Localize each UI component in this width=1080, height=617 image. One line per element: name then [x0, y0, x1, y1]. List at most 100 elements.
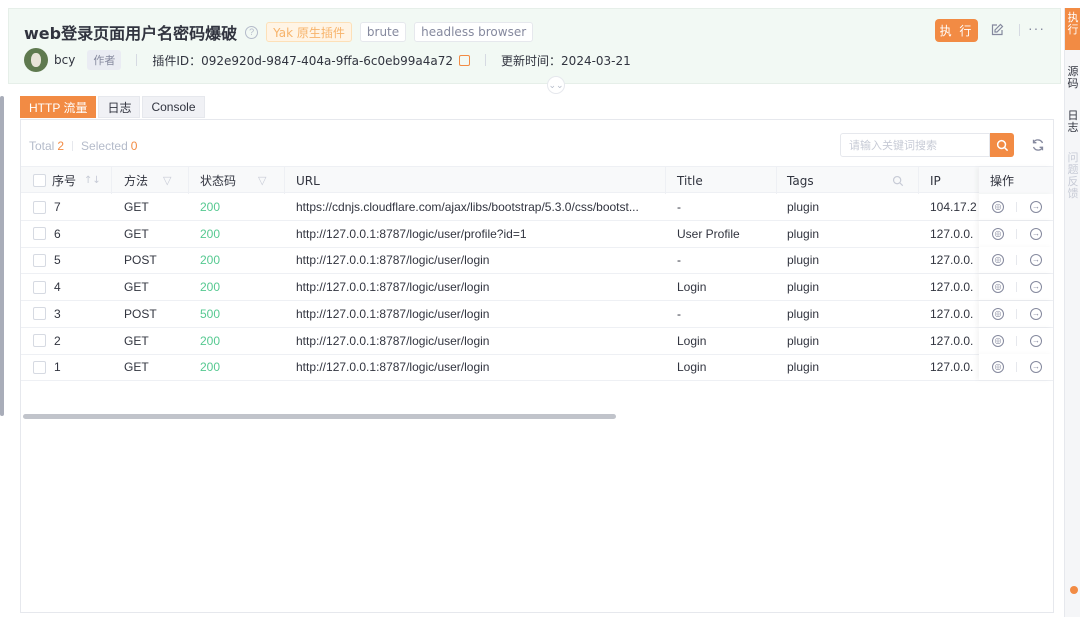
cell-title: - — [677, 200, 681, 214]
tab-http-traffic[interactable]: HTTP 流量 — [20, 96, 97, 118]
column-divider — [918, 167, 919, 194]
table-row[interactable]: 7 GET 200 https://cdnjs.cloudflare.com/ajax… — [21, 194, 1053, 221]
tag-headless-browser: headless browser — [414, 22, 534, 42]
updated-time: 更新时间：2024-03-21 — [501, 53, 631, 68]
row-actions: ◎ → — [979, 247, 1053, 274]
table-row[interactable]: 3 POST 500 http://127.0.0.1:8787/logic/user… — [21, 300, 1053, 328]
table-row[interactable]: 2 GET 200 http://127.0.0.1:8787/logic/user/… — [21, 327, 1053, 355]
arrow-right-circle-icon[interactable]: → — [1030, 361, 1042, 374]
divider — [1016, 362, 1017, 373]
cell-status: 500 — [200, 306, 221, 321]
table-row[interactable]: 6 GET 200 http://127.0.0.1:8787/logic/user/… — [21, 220, 1053, 248]
cell-status: 200 — [200, 226, 221, 241]
column-header-label: Title — [677, 173, 703, 188]
row-actions: ◎ → — [979, 220, 1053, 247]
column-header-ip[interactable]: IP — [930, 167, 941, 194]
double-chevron-down-icon[interactable]: ⌄⌄ — [547, 76, 565, 94]
row-checkbox[interactable] — [33, 227, 46, 241]
open-in-browser-icon[interactable]: ◎ — [992, 254, 1004, 267]
open-in-browser-icon[interactable]: ◎ — [992, 334, 1004, 347]
cell-title: - — [677, 253, 681, 268]
cell-status: 200 — [200, 280, 221, 295]
arrow-right-circle-icon[interactable]: → — [1030, 201, 1042, 213]
row-checkbox[interactable] — [33, 307, 46, 321]
cell-title: Login — [677, 360, 707, 375]
divider — [1019, 24, 1020, 36]
column-divider — [111, 167, 112, 194]
column-header-tags[interactable]: Tags — [787, 167, 814, 194]
column-header-url[interactable]: URL — [296, 167, 320, 194]
open-in-browser-icon[interactable]: ◎ — [992, 307, 1004, 320]
search-input[interactable]: 请输入关键词搜索 — [840, 133, 990, 157]
side-tab-source[interactable]: 源码 — [1065, 62, 1080, 94]
row-checkbox-cell — [33, 328, 46, 354]
row-actions: ◎ → — [979, 300, 1053, 327]
search-button[interactable] — [990, 133, 1014, 157]
row-checkbox-cell — [33, 247, 46, 273]
edit-icon[interactable] — [989, 22, 1005, 38]
side-tab-execute[interactable]: 执行 — [1065, 8, 1080, 50]
tab-log[interactable]: 日志 — [98, 96, 141, 118]
row-checkbox[interactable] — [33, 360, 46, 374]
cell-title: Login — [677, 333, 707, 348]
open-in-browser-icon[interactable]: ◎ — [992, 281, 1004, 294]
cell-tags: plugin — [787, 360, 820, 375]
column-header-label: IP — [930, 173, 941, 188]
cell-status: 200 — [200, 253, 221, 268]
row-checkbox[interactable] — [33, 253, 46, 267]
side-tabs: 执行 源码 日志 问题反馈 — [1064, 8, 1080, 617]
arrow-right-circle-icon[interactable]: → — [1030, 334, 1042, 347]
cell-id: 3 — [54, 306, 61, 321]
more-icon[interactable]: ··· — [1028, 20, 1045, 36]
search-icon[interactable] — [892, 167, 904, 194]
author-name: bcy — [54, 53, 76, 67]
column-header-method[interactable]: 方法 — [124, 167, 148, 194]
row-checkbox[interactable] — [33, 334, 46, 347]
column-header-id[interactable]: 序号 ↑↓ — [52, 167, 101, 194]
plugin-id: 插件ID：092e920d-9847-404a-9ffa-6c0eb99a4a7… — [152, 53, 454, 68]
tag-brute: brute — [359, 22, 407, 42]
copy-icon[interactable] — [459, 54, 471, 66]
cell-url: https://cdnjs.cloudflare.com/ajax/libs/b… — [296, 200, 639, 214]
table-row[interactable]: 4 GET 200 http://127.0.0.1:8787/logic/user/… — [21, 274, 1053, 302]
divider — [72, 141, 74, 151]
arrow-right-circle-icon[interactable]: → — [1030, 254, 1042, 267]
open-in-browser-icon[interactable]: ◎ — [992, 361, 1004, 374]
sort-icon[interactable]: ↑↓ — [84, 175, 101, 186]
arrow-right-circle-icon[interactable]: → — [1030, 307, 1042, 320]
table-row[interactable]: 5 POST 200 http://127.0.0.1:8787/logic/user… — [21, 247, 1053, 275]
cell-url: http://127.0.0.1:8787/logic/user/login — [296, 306, 490, 321]
arrow-right-circle-icon[interactable]: → — [1030, 227, 1042, 240]
row-checkbox-cell — [33, 354, 46, 380]
select-all-checkbox[interactable] — [33, 174, 46, 187]
tab-console[interactable]: Console — [142, 96, 205, 118]
column-header-status[interactable]: 状态码 — [200, 167, 236, 194]
horizontal-scrollbar[interactable] — [23, 414, 616, 419]
execute-button[interactable]: 执 行 — [935, 19, 978, 42]
left-scrollbar[interactable] — [0, 96, 4, 416]
column-header-title[interactable]: Title — [677, 167, 703, 194]
table-row[interactable]: 1 GET 200 http://127.0.0.1:8787/logic/user/… — [21, 354, 1053, 382]
row-checkbox[interactable] — [33, 280, 46, 294]
search-icon — [996, 139, 1008, 151]
meta-row: bcy 作者 插件ID：092e920d-9847-404a-9ffa-6c0e… — [24, 48, 631, 72]
cell-ip: 127.0.0. — [930, 280, 974, 295]
author-role-tag: 作者 — [87, 50, 122, 70]
side-tab-log[interactable]: 日志 — [1065, 106, 1080, 138]
row-checkbox[interactable] — [33, 200, 46, 214]
refresh-icon[interactable] — [1030, 137, 1046, 153]
open-in-browser-icon[interactable]: ◎ — [992, 201, 1004, 213]
title-row: web登录页面用户名密码爆破 ? Yak 原生插件 brute headless… — [24, 21, 534, 43]
cell-tags: plugin — [787, 226, 820, 241]
cell-id: 2 — [54, 333, 61, 348]
selected-value: 0 — [130, 139, 138, 153]
table-toolbar: Total 2 Selected 0 请输入关键词搜索 — [21, 120, 1053, 166]
question-circle-icon[interactable]: ? — [245, 25, 259, 39]
filter-icon[interactable]: ▽ — [258, 174, 266, 187]
plugin-header: web登录页面用户名密码爆破 ? Yak 原生插件 brute headless… — [8, 8, 1061, 94]
open-in-browser-icon[interactable]: ◎ — [992, 227, 1004, 240]
divider — [1016, 308, 1017, 319]
arrow-right-circle-icon[interactable]: → — [1030, 281, 1042, 294]
column-header-label: 方法 — [124, 174, 149, 188]
filter-icon[interactable]: ▽ — [163, 174, 171, 187]
